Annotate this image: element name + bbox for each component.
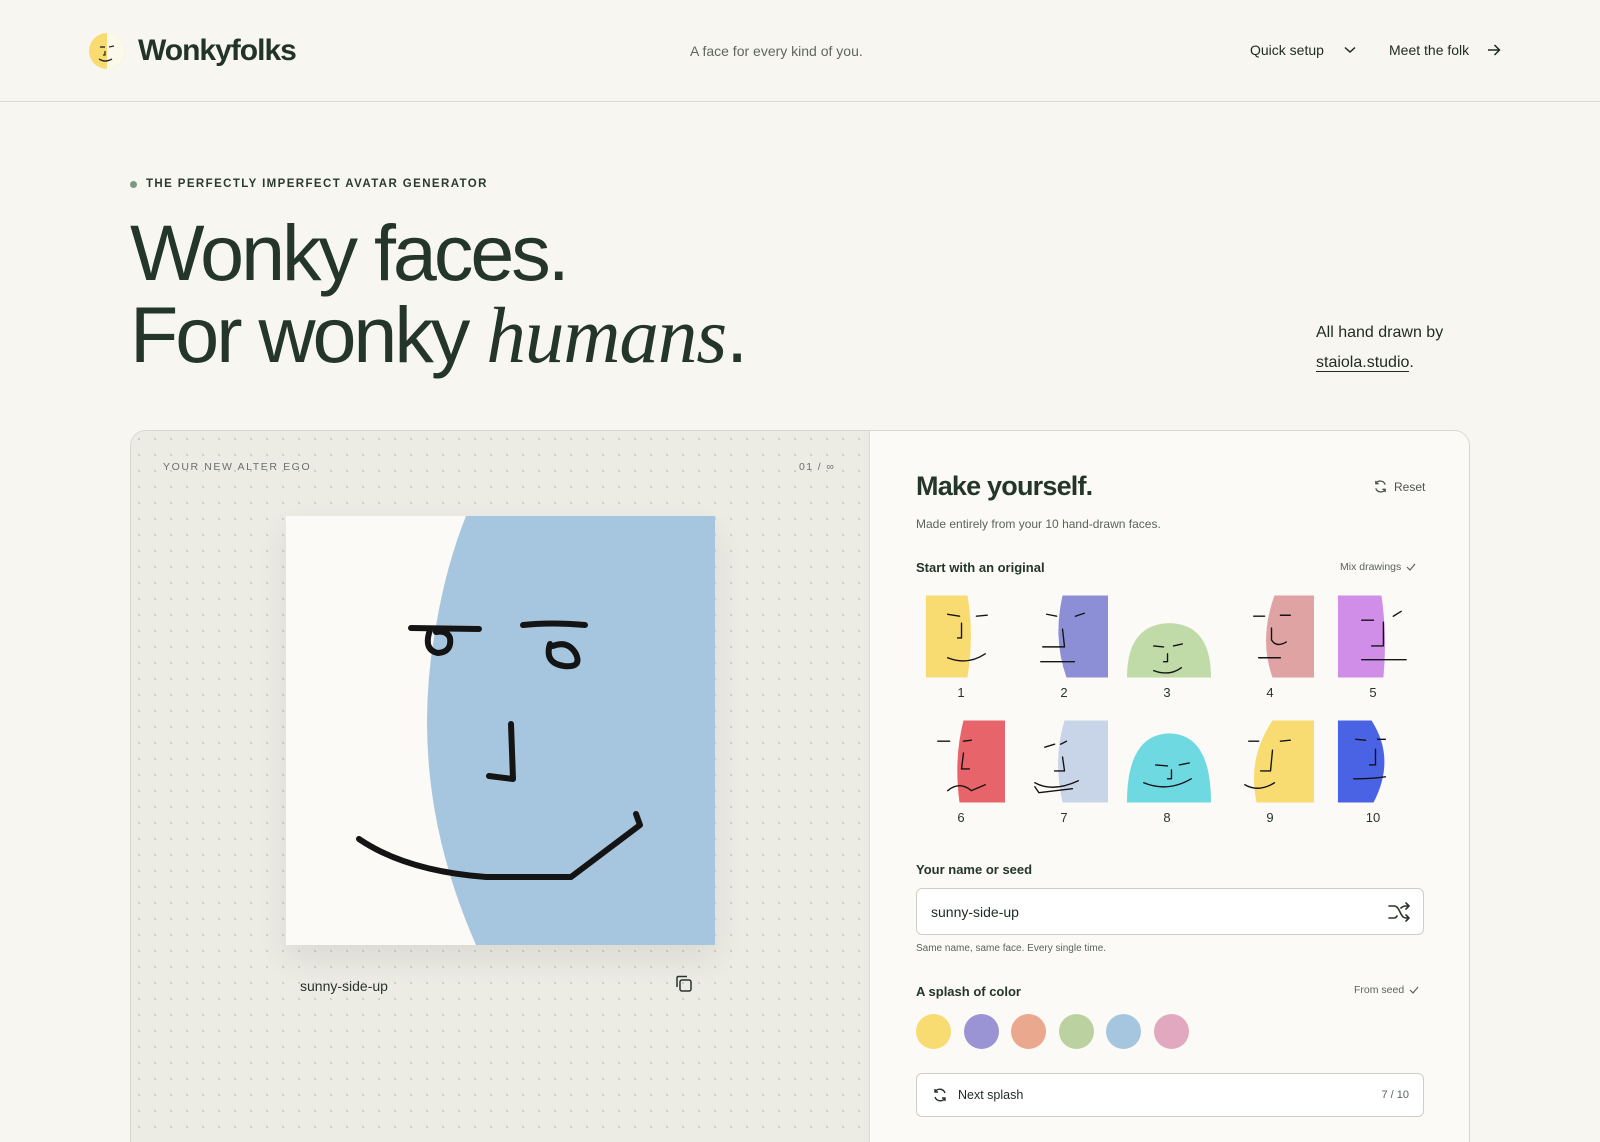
face-option-number: 3 [1163, 685, 1171, 700]
face-9-icon [1244, 720, 1315, 803]
headline-period: . [726, 290, 748, 379]
color-swatch[interactable] [916, 1014, 951, 1049]
face-option-number: 10 [1365, 810, 1381, 825]
shuffle-icon[interactable] [1387, 901, 1411, 923]
next-splash-label: Next splash [958, 1088, 1024, 1102]
refresh-icon [934, 1088, 946, 1102]
reset-label: Reset [1394, 479, 1426, 494]
seed-title: Your name or seed [916, 862, 1033, 877]
refresh-icon [1375, 480, 1386, 493]
face-8-icon [1126, 733, 1212, 803]
color-title: A splash of color [916, 984, 1021, 999]
face-4-icon [1253, 595, 1315, 678]
face-option-3[interactable]: 3 [1122, 594, 1212, 704]
headline-line-1: Wonky faces. [130, 208, 570, 297]
copy-icon[interactable] [673, 973, 695, 995]
arrow-right-icon [1488, 44, 1501, 56]
face-6-icon [937, 720, 1006, 803]
tagline: A face for every kind of you. [690, 43, 863, 59]
face-option-10[interactable]: 10 [1328, 719, 1418, 829]
color-swatch[interactable] [963, 1014, 999, 1049]
brand[interactable]: Wonkyfolks [88, 30, 297, 72]
credit-link[interactable]: staiola.studio [1316, 354, 1410, 372]
face-option-1[interactable]: 1 [916, 594, 1006, 704]
avatar-generator-card: YOUR NEW ALTER EGO 01 / ∞ sunny-side-up … [130, 430, 1470, 1142]
originals-title: Start with an original [916, 560, 1045, 575]
mix-drawings-label: Mix drawings [1340, 561, 1402, 573]
brand-name: Wonkyfolks [138, 34, 297, 67]
avatar-seed-caption: sunny-side-up [300, 978, 388, 994]
headline-italic-word: humans [486, 293, 727, 380]
preview-panel: YOUR NEW ALTER EGO 01 / ∞ sunny-side-up [131, 431, 870, 1142]
reset-button[interactable]: Reset [1373, 479, 1425, 494]
credit: All hand drawn by staiola.studio. [1316, 318, 1443, 378]
face-option-9[interactable]: 9 [1225, 719, 1315, 829]
face-option-7[interactable]: 7 [1019, 719, 1109, 829]
nav-quick-setup-label: Quick setup [1250, 42, 1324, 58]
from-seed-label: From seed [1354, 984, 1405, 996]
builder-subtitle: Made entirely from your 10 hand-drawn fa… [916, 517, 1161, 531]
face-10-icon [1337, 720, 1387, 803]
eyebrow: THE PERFECTLY IMPERFECT AVATAR GENERATOR [130, 178, 488, 190]
nav-meet-the-folk-label: Meet the folk [1389, 42, 1470, 58]
color-swatch[interactable] [1153, 1014, 1189, 1049]
nav-meet-the-folk[interactable]: Meet the folk [1389, 42, 1501, 58]
alter-ego-count: 01 / ∞ [799, 461, 836, 473]
check-icon [1406, 563, 1416, 571]
check-icon [1409, 986, 1419, 994]
alter-ego-label: YOUR NEW ALTER EGO [163, 461, 312, 473]
face-option-5[interactable]: 5 [1328, 594, 1418, 704]
face-option-number: 4 [1266, 685, 1274, 700]
face-5-icon [1337, 595, 1407, 678]
credit-prefix: All hand drawn by [1316, 324, 1444, 341]
face-option-number: 1 [957, 685, 965, 700]
builder-title: Make yourself. [916, 471, 1093, 501]
brand-logo-icon [89, 33, 125, 69]
seed-input[interactable] [931, 902, 1371, 922]
face-1-icon [925, 595, 988, 678]
mix-drawings-toggle[interactable]: Mix drawings [1340, 561, 1416, 573]
face-option-number: 2 [1060, 685, 1068, 700]
avatar-preview [286, 516, 715, 945]
face-option-number: 7 [1060, 810, 1068, 825]
next-splash-count: 7 / 10 [1381, 1089, 1409, 1101]
face-option-number: 6 [957, 810, 965, 825]
builder-panel: Make yourself. Reset Made entirely from … [871, 431, 1469, 1142]
seed-field [916, 888, 1424, 935]
face-option-number: 8 [1163, 810, 1171, 825]
eyebrow-text: THE PERFECTLY IMPERFECT AVATAR GENERATOR [146, 178, 488, 190]
face-7-icon [1034, 720, 1109, 803]
top-bar: Wonkyfolks A face for every kind of you.… [0, 0, 1600, 102]
nav-quick-setup[interactable]: Quick setup [1250, 42, 1356, 58]
next-splash-button[interactable]: Next splash 7 / 10 [916, 1073, 1424, 1117]
color-swatch[interactable] [1011, 1014, 1046, 1049]
chevron-down-icon [1344, 46, 1356, 54]
color-swatch[interactable] [1106, 1014, 1141, 1049]
face-option-6[interactable]: 6 [916, 719, 1006, 829]
face-option-2[interactable]: 2 [1019, 594, 1109, 704]
face-option-number: 9 [1266, 810, 1274, 825]
from-seed-toggle[interactable]: From seed [1354, 984, 1419, 996]
face-2-icon [1040, 595, 1109, 678]
face-option-number: 5 [1369, 685, 1377, 700]
face-option-8[interactable]: 8 [1122, 719, 1212, 829]
credit-suffix: . [1409, 354, 1414, 371]
headline: Wonky faces. For wonky humans. [130, 212, 748, 380]
seed-hint: Same name, same face. Every single time. [916, 943, 1107, 954]
eyebrow-dot [130, 180, 137, 188]
face-option-4[interactable]: 4 [1225, 594, 1315, 704]
headline-line-2: For wonky [130, 290, 487, 379]
color-swatch[interactable] [1058, 1014, 1094, 1049]
face-3-icon [1126, 623, 1212, 678]
